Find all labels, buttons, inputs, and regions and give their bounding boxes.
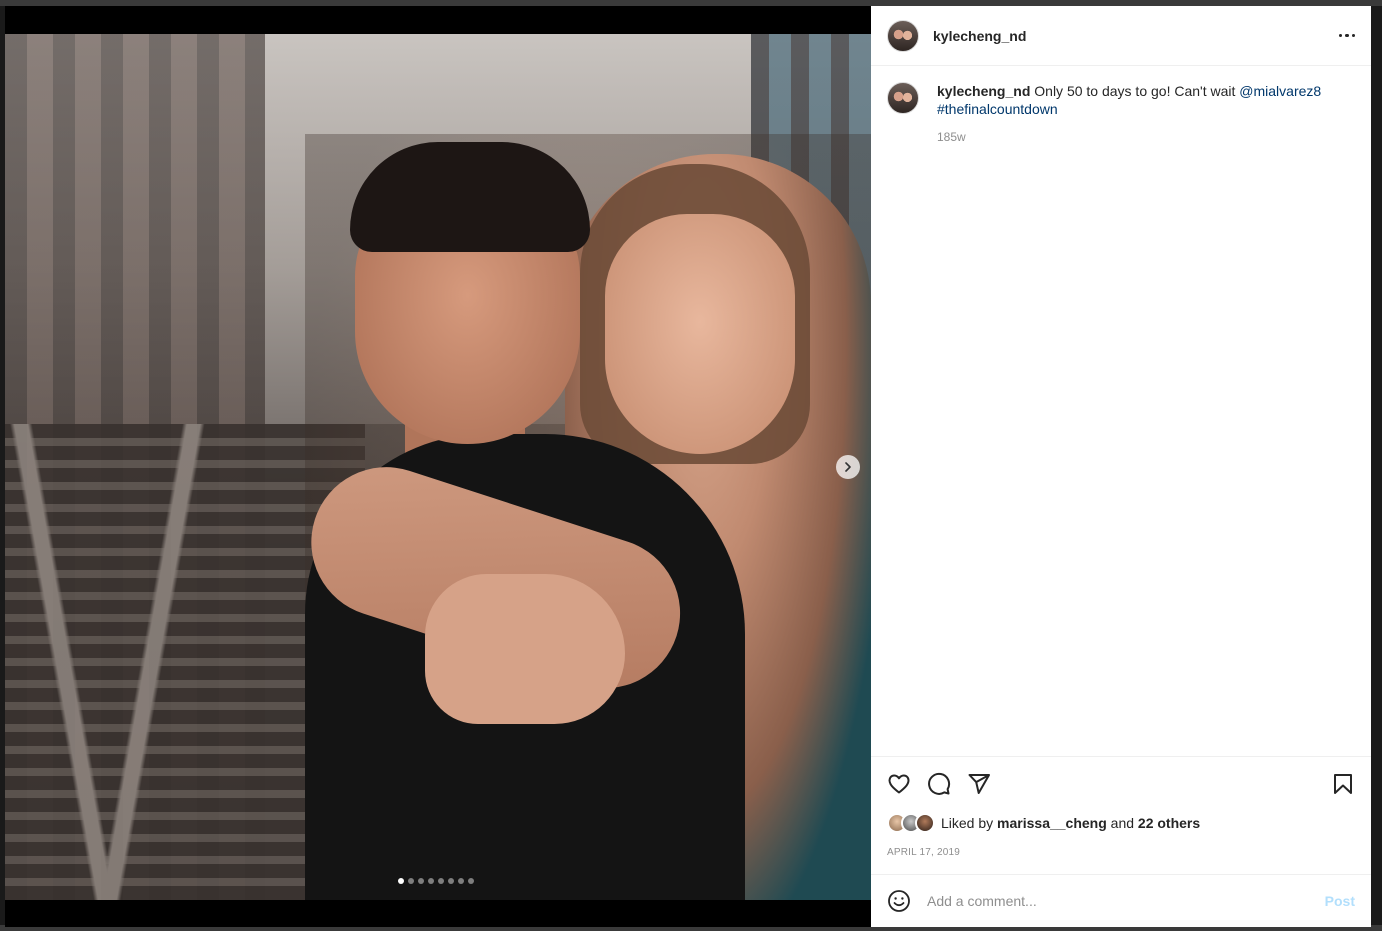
post-details-panel: kylecheng_nd kylecheng_nd Only 50 to day… xyxy=(871,6,1371,927)
carousel-dot xyxy=(438,878,444,884)
author-avatar[interactable] xyxy=(887,19,919,52)
post-photo[interactable] xyxy=(5,34,871,900)
likes-prefix: Liked by xyxy=(941,815,994,831)
comments-section: kylecheng_nd Only 50 to days to go! Can'… xyxy=(871,66,1371,756)
next-photo-button[interactable] xyxy=(836,455,860,479)
likes-and: and xyxy=(1110,815,1135,831)
caption-mention-link[interactable]: @mialvarez8 xyxy=(1239,83,1321,99)
add-comment-bar: Post xyxy=(871,874,1371,927)
likes-others-link[interactable]: 22 others xyxy=(1138,815,1200,831)
photo-man-hair xyxy=(350,142,590,252)
paper-plane-icon xyxy=(968,774,990,794)
post-comment-button[interactable]: Post xyxy=(1325,893,1355,909)
emoji-icon[interactable] xyxy=(887,889,911,913)
post-header: kylecheng_nd xyxy=(871,6,1371,66)
caption-timestamp[interactable]: 185w xyxy=(937,130,1347,144)
likes-summary: Liked by marissa__cheng and 22 others xyxy=(887,813,1355,833)
carousel-dot xyxy=(398,878,404,884)
photo-hand xyxy=(425,574,625,724)
share-button[interactable] xyxy=(967,772,991,796)
comment-input[interactable] xyxy=(927,893,1325,909)
carousel-dot xyxy=(408,878,414,884)
comment-icon xyxy=(928,772,951,795)
photo-woman-face xyxy=(605,214,795,454)
liker-avatars xyxy=(887,813,935,833)
caption-text: kylecheng_nd Only 50 to days to go! Can'… xyxy=(937,82,1347,118)
post-media xyxy=(5,6,871,927)
caption: kylecheng_nd Only 50 to days to go! Can'… xyxy=(887,82,1355,144)
carousel-dot xyxy=(448,878,454,884)
heart-icon xyxy=(888,774,910,794)
liked-by-user-link[interactable]: marissa__cheng xyxy=(997,815,1107,831)
carousel-dot xyxy=(468,878,474,884)
actions-section: Liked by marissa__cheng and 22 others Ap… xyxy=(871,756,1371,874)
post-modal: kylecheng_nd kylecheng_nd Only 50 to day… xyxy=(5,6,1371,927)
comment-button[interactable] xyxy=(927,772,951,796)
chevron-right-icon xyxy=(845,462,851,472)
more-horizontal-icon xyxy=(1338,33,1342,38)
author-username[interactable]: kylecheng_nd xyxy=(933,28,1026,44)
carousel-indicator xyxy=(398,878,474,884)
caption-hashtag-link[interactable]: #thefinalcountdown xyxy=(937,101,1058,117)
carousel-dot xyxy=(458,878,464,884)
post-date[interactable]: April 17, 2019 xyxy=(887,847,1355,874)
save-button[interactable] xyxy=(1331,772,1355,796)
caption-avatar[interactable] xyxy=(887,82,919,114)
bookmark-icon xyxy=(1334,774,1352,794)
carousel-dot xyxy=(418,878,424,884)
carousel-dot xyxy=(428,878,434,884)
caption-message: Only 50 to days to go! Can't wait xyxy=(1030,83,1240,99)
action-bar xyxy=(887,769,1355,799)
like-button[interactable] xyxy=(887,772,911,796)
more-options-button[interactable] xyxy=(1338,28,1355,44)
liker-avatar[interactable] xyxy=(915,813,935,833)
caption-username[interactable]: kylecheng_nd xyxy=(937,83,1030,99)
